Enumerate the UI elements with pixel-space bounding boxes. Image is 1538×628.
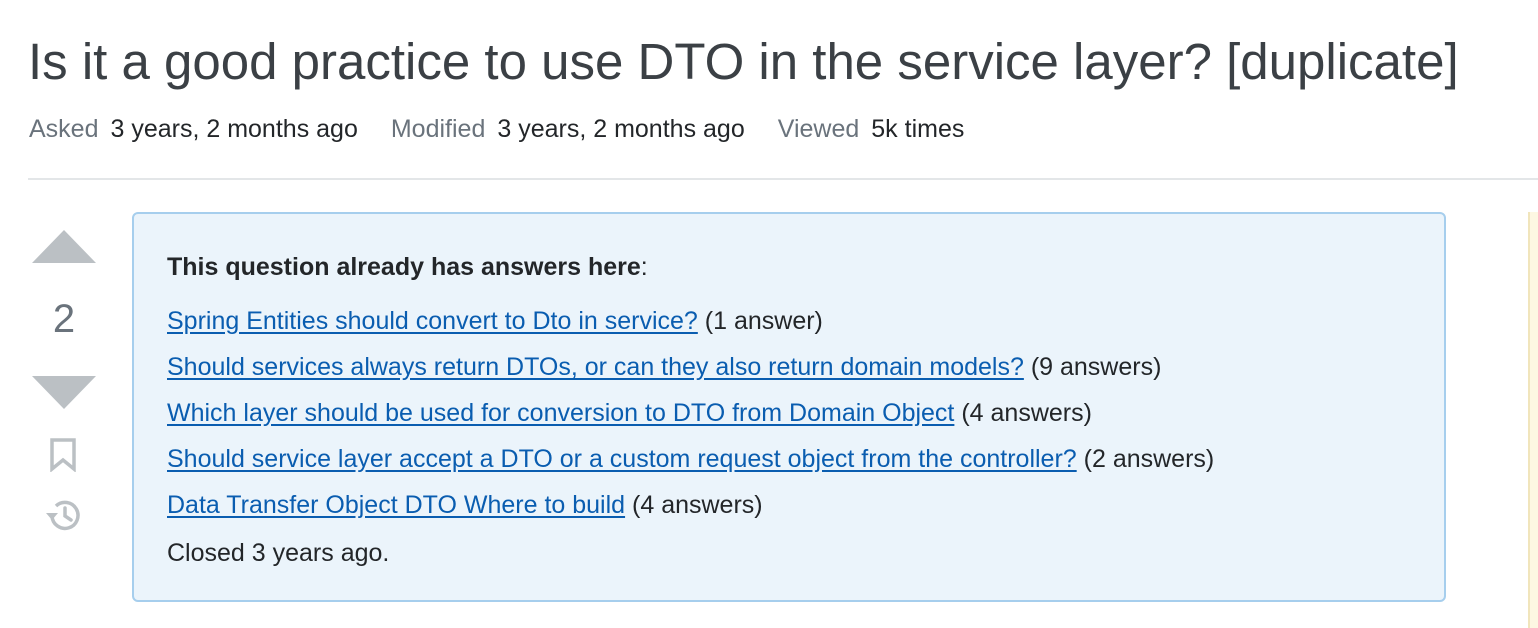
- modified-label: Modified: [390, 115, 486, 143]
- answer-count: (2 answers): [1083, 445, 1215, 473]
- upvote-arrow-icon[interactable]: [32, 230, 96, 263]
- page-title: Is it a good practice to use DTO in the …: [28, 33, 1459, 90]
- duplicate-link[interactable]: Which layer should be used for conversio…: [167, 399, 954, 427]
- sidebar-widget-edge: [1528, 212, 1538, 628]
- modified-info: Modified 3 years, 2 months ago: [391, 114, 745, 144]
- bookmark-icon[interactable]: [49, 438, 77, 472]
- history-icon[interactable]: [44, 497, 82, 533]
- answer-count: (4 answers): [961, 399, 1092, 427]
- answer-count: (9 answers): [1030, 353, 1162, 381]
- viewed-value: 5k times: [871, 115, 965, 143]
- viewed-label: Viewed: [777, 115, 860, 143]
- asked-info: Asked 3 years, 2 months ago: [29, 114, 358, 144]
- duplicate-link[interactable]: Data Transfer Object DTO Where to build: [167, 491, 625, 519]
- notice-heading-colon: :: [640, 253, 648, 281]
- viewed-info: Viewed 5k times: [778, 114, 965, 144]
- closed-notice: Closed 3 years ago.: [167, 539, 390, 567]
- duplicate-link[interactable]: Should services always return DTOs, or c…: [167, 353, 1024, 381]
- modified-value[interactable]: 3 years, 2 months ago: [497, 115, 744, 143]
- header-divider: [28, 178, 1538, 180]
- answer-count: (4 answers): [632, 491, 763, 519]
- asked-label: Asked: [29, 115, 99, 143]
- downvote-arrow-icon[interactable]: [32, 376, 96, 409]
- notice-heading-text: This question already has answers here: [167, 253, 641, 281]
- duplicate-item: Should service layer accept a DTO or a c…: [167, 436, 1214, 482]
- duplicate-link[interactable]: Should service layer accept a DTO or a c…: [167, 445, 1077, 473]
- duplicate-item: Spring Entities should convert to Dto in…: [167, 298, 1214, 344]
- duplicate-link[interactable]: Spring Entities should convert to Dto in…: [167, 307, 698, 335]
- asked-value[interactable]: 3 years, 2 months ago: [110, 115, 357, 143]
- question-meta: Asked 3 years, 2 months ago Modified 3 yea…: [29, 114, 997, 144]
- duplicate-item: Which layer should be used for conversio…: [167, 390, 1214, 436]
- duplicate-item: Data Transfer Object DTO Where to build …: [167, 482, 1214, 528]
- notice-heading: This question already has answers here:: [167, 250, 648, 284]
- duplicate-notice: This question already has answers here: …: [132, 212, 1446, 602]
- answer-count: (1 answer): [704, 307, 823, 335]
- duplicate-item: Should services always return DTOs, or c…: [167, 344, 1214, 390]
- vote-count: 2: [52, 297, 76, 341]
- duplicate-links-list: Spring Entities should convert to Dto in…: [167, 298, 1214, 528]
